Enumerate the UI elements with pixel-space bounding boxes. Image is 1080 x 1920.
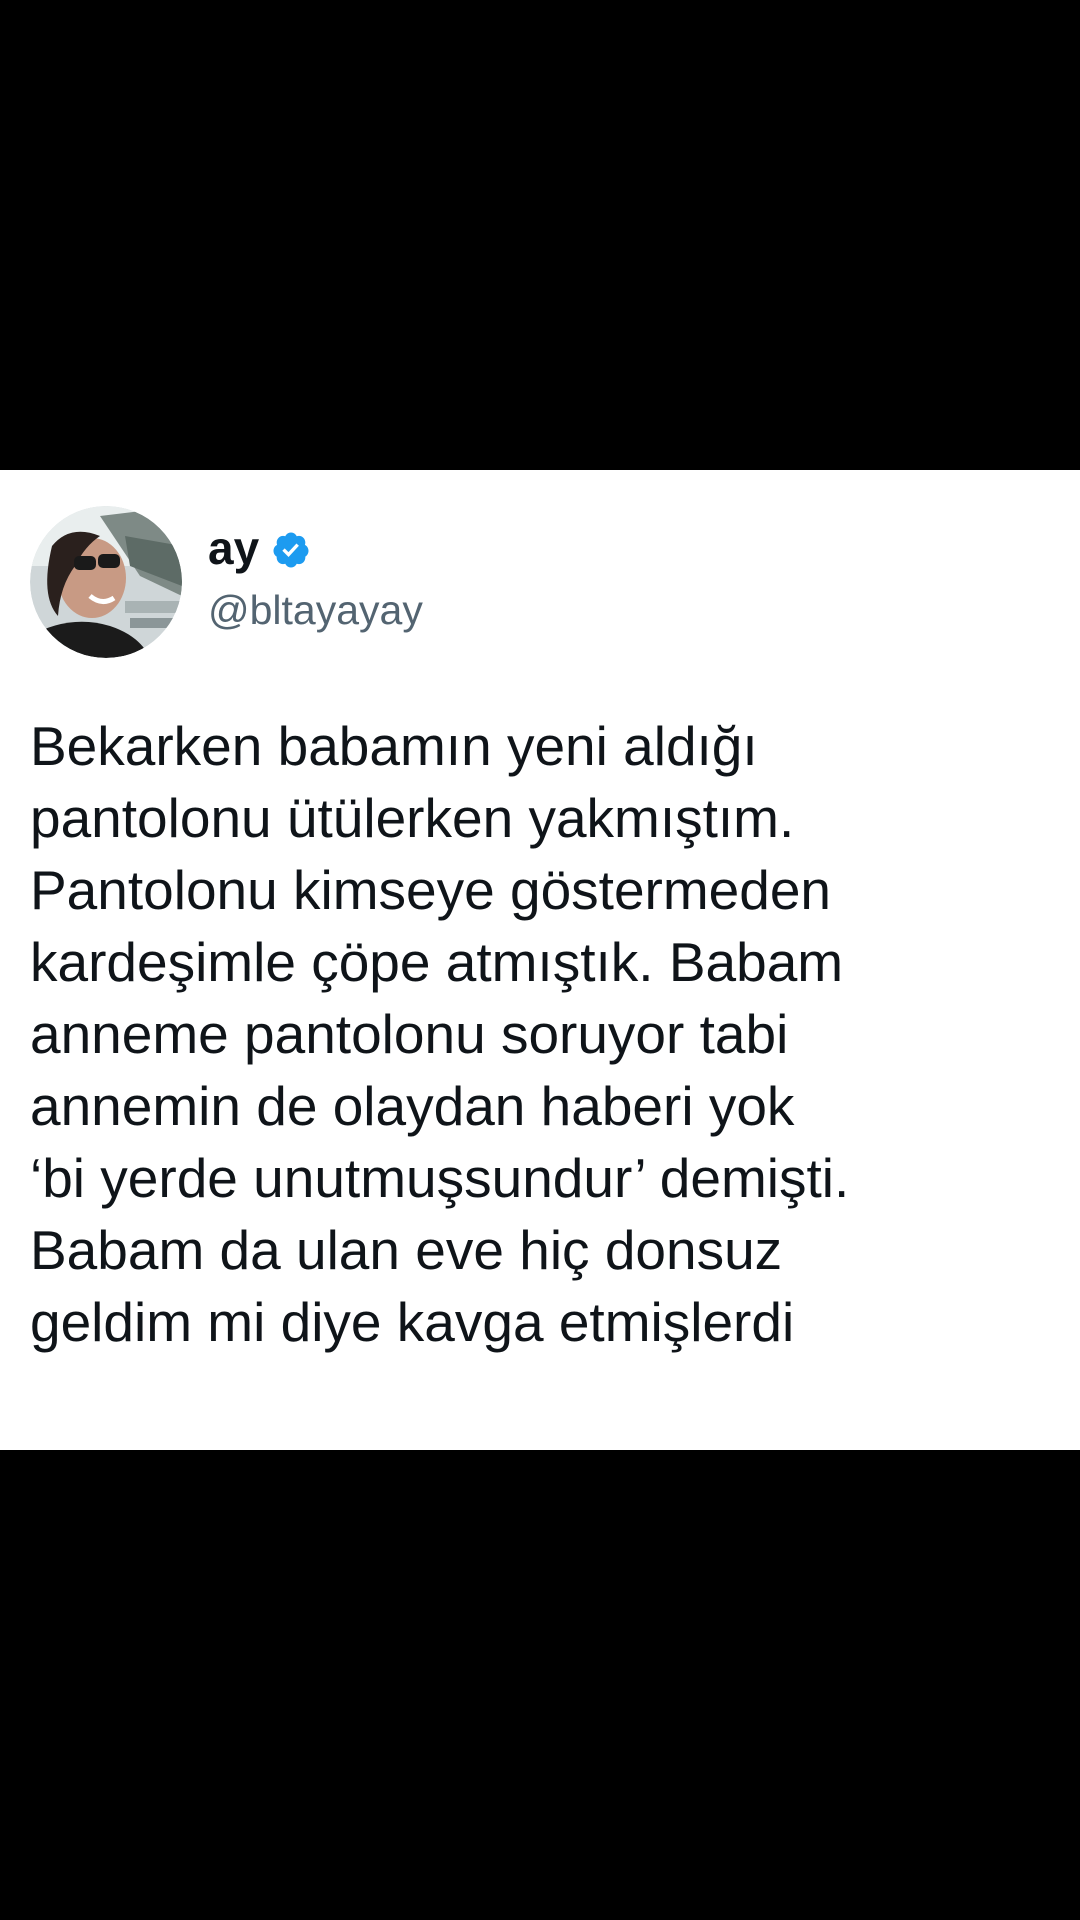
author-display-name[interactable]: ay <box>208 525 259 571</box>
tweet-text: Bekarken babamın yeni aldığı pantolonu ü… <box>30 710 1070 1358</box>
tweet-text-line: ‘bi yerde unutmuşsundur’ demişti. <box>30 1147 850 1209</box>
tweet-text-line: kardeşimle çöpe atmıştık. Babam <box>30 931 844 993</box>
tweet-text-line: geldim mi diye kavga etmişlerdi <box>30 1291 795 1353</box>
tweet-text-line: Pantolonu kimseye göstermeden <box>30 859 832 921</box>
tweet-text-line: Babam da ulan eve hiç donsuz <box>30 1219 783 1281</box>
author-handle[interactable]: @bltayayay <box>208 590 423 631</box>
avatar[interactable] <box>30 506 182 658</box>
tweet-text-line: pantolonu ütülerken yakmıştım. <box>30 787 795 849</box>
verified-badge-icon <box>271 530 311 570</box>
screen: ay @bltayayay Bekarken babamın yeni aldı… <box>0 0 1080 1920</box>
tweet-text-line: annemin de olaydan haberi yok <box>30 1075 795 1137</box>
author-name-row: ay <box>208 520 311 576</box>
tweet-card[interactable]: ay @bltayayay Bekarken babamın yeni aldı… <box>0 470 1080 1450</box>
tweet-text-line: anneme pantolonu soruyor tabi <box>30 1003 789 1065</box>
tweet-text-line: Bekarken babamın yeni aldığı <box>30 715 758 777</box>
